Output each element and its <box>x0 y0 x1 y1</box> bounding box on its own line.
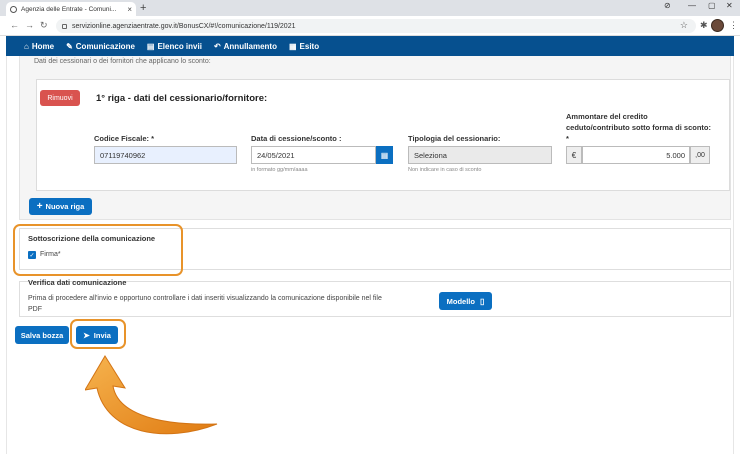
nav-comunicazione[interactable]: ✎ Comunicazione <box>66 42 135 51</box>
tab-close-icon[interactable]: × <box>127 5 132 14</box>
pointer-arrow-icon <box>85 355 218 435</box>
row-title: 1° riga - dati del cessionario/fornitore… <box>96 93 268 104</box>
calendar-icon: ▦ <box>380 150 389 160</box>
tab-title: Agenzia delle Entrate - Comuni... <box>21 5 117 13</box>
list-icon: ▦ <box>288 41 297 51</box>
data-cessione-label: Data di cessione/sconto : <box>251 134 342 143</box>
nav-label: Elenco invii <box>157 41 202 51</box>
euro-icon: € <box>566 146 582 164</box>
browser-tabstrip: Agenzia delle Entrate - Comuni... × + ⊘ … <box>0 0 740 16</box>
nav-label: Home <box>31 41 55 51</box>
verifica-title: Verifica dati comunicazione <box>28 278 127 287</box>
save-draft-button[interactable]: Salva bozza <box>15 326 69 344</box>
main-navbar: ⌂ Home ✎ Comunicazione ▤ Elenco invii ↶ … <box>6 36 734 56</box>
browser-menu-icon[interactable]: ⋮ <box>729 20 738 31</box>
maximize-button[interactable]: ▢ <box>708 1 716 10</box>
book-icon: ▤ <box>146 41 155 51</box>
lock-icon <box>62 23 67 29</box>
add-row-button[interactable]: + Nuova riga <box>29 198 92 215</box>
remove-row-button[interactable]: Rimuovi <box>40 90 80 106</box>
nav-home[interactable]: ⌂ Home <box>24 42 54 51</box>
nav-annullamento[interactable]: ↶ Annullamento <box>214 42 277 51</box>
nav-elenco-invii[interactable]: ▤ Elenco invii <box>147 42 202 51</box>
nav-label: Comunicazione <box>75 41 135 51</box>
ammontare-label-line2: ceduto/contributo sotto forma di sconto: <box>566 123 711 132</box>
highlight-box-firma <box>13 224 183 276</box>
add-row-label: Nuova riga <box>45 202 85 211</box>
reload-icon[interactable]: ↻ <box>40 20 48 31</box>
minimize-button[interactable]: — <box>688 1 696 10</box>
address-bar-row: ← → ↻ servizionline.agenziaentrate.gov.i… <box>0 16 740 36</box>
nav-label: Esito <box>299 41 320 51</box>
pencil-icon: ✎ <box>66 41 73 51</box>
url-text: servizionline.agenziaentrate.gov.it/Bonu… <box>72 22 296 30</box>
undo-icon: ↶ <box>213 41 221 51</box>
close-window-button[interactable]: ✕ <box>726 1 733 10</box>
highlight-box-invia <box>70 319 126 349</box>
nav-esito[interactable]: ▦ Esito <box>289 42 319 51</box>
page-content: Dati dei cessionari o dei fornitori che … <box>6 56 734 454</box>
modello-button[interactable]: Modello ▯ <box>439 292 492 310</box>
new-tab-button[interactable]: + <box>140 2 146 14</box>
section-note: Dati dei cessionari o dei fornitori che … <box>34 58 211 65</box>
avatar[interactable] <box>711 19 724 32</box>
verifica-text: Prima di procedere all'invio e opportuno… <box>28 295 382 302</box>
tipologia-select[interactable]: Seleziona <box>408 146 552 164</box>
ammontare-label-line1: Ammontare del credito <box>566 112 648 121</box>
ammontare-label-line3: * <box>566 134 569 143</box>
browser-tab[interactable]: Agenzia delle Entrate - Comuni... × <box>6 2 136 16</box>
decimals-addon: ,00 <box>690 146 710 164</box>
calendar-button[interactable]: ▦ <box>376 146 393 164</box>
data-hint: in formato gg/mm/aaaa <box>251 167 308 173</box>
home-icon: ⌂ <box>24 41 29 51</box>
extensions-icon[interactable]: ✱ <box>700 20 708 31</box>
modello-label: Modello <box>446 296 475 306</box>
tipologia-hint: Non indicare in caso di sconto <box>408 167 482 173</box>
file-icon: ▯ <box>479 296 485 306</box>
codice-fiscale-label: Codice Fiscale: * <box>94 134 155 143</box>
codice-fiscale-input[interactable]: 07119740962 <box>94 146 237 164</box>
forward-icon[interactable]: → <box>25 20 34 30</box>
profile-sync-icon[interactable]: ⊘ <box>664 1 671 10</box>
ammontare-input[interactable]: 5.000 <box>582 146 690 164</box>
back-icon[interactable]: ← <box>10 20 19 30</box>
bookmark-star-icon[interactable]: ☆ <box>680 20 688 31</box>
tipologia-label: Tipologia del cessionario: <box>408 134 501 143</box>
url-field[interactable]: servizionline.agenziaentrate.gov.it/Bonu… <box>56 19 696 33</box>
nav-label: Annullamento <box>223 41 277 51</box>
cessionari-section: Dati dei cessionari o dei fornitori che … <box>19 56 731 220</box>
verifica-text-pdf: PDF <box>28 306 42 313</box>
site-favicon-icon <box>10 5 17 13</box>
plus-icon: + <box>36 201 43 212</box>
data-cessione-input[interactable]: 24/05/2021 <box>251 146 376 164</box>
